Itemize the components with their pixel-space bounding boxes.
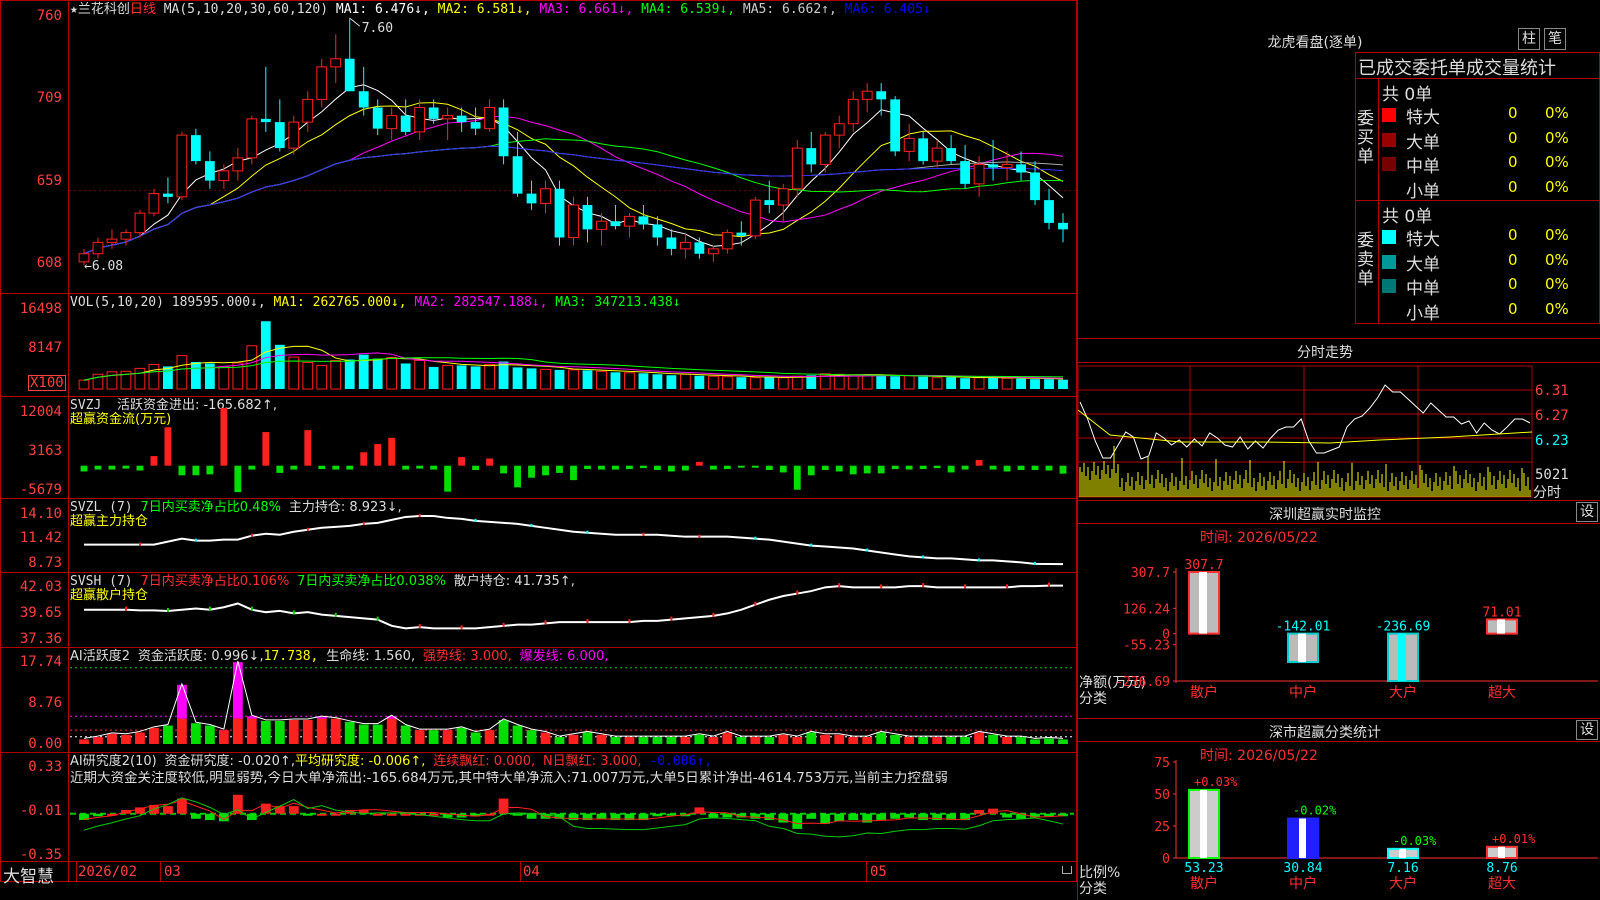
classify-category: 中户 [1289, 875, 1317, 892]
classify-y-tick: 0 [1162, 852, 1170, 867]
classify-bar-shine [1299, 818, 1306, 858]
classify-change-label: -0.02% [1293, 804, 1337, 818]
classify-value-label: 53.23 [1184, 861, 1223, 876]
classify-category: 散户 [1190, 875, 1218, 892]
classify-value-label: 30.84 [1283, 861, 1322, 876]
classify-y-tick: 25 [1154, 820, 1170, 835]
classify-value-label: 8.76 [1486, 861, 1517, 876]
classify-bar-shine [1200, 789, 1207, 858]
classify-value-label: 7.16 [1387, 861, 1418, 876]
classify-bar-shine [1399, 848, 1406, 858]
classify-change-label: +0.01% [1492, 832, 1536, 846]
classify-y-tick: 75 [1154, 756, 1170, 771]
classify-change-label: -0.03% [1393, 834, 1437, 848]
classify-bar-shine [1498, 846, 1505, 858]
classify-chart[interactable]: 75 50 25 0 +0.03% 53.23散户 -0.02% 30.84中户 -0.03% 7… [0, 0, 1600, 900]
classify-bar [1387, 847, 1419, 860]
classify-bar [1188, 788, 1220, 859]
classify-change-label: +0.03% [1194, 775, 1238, 789]
classify-category: 超大 [1488, 876, 1516, 892]
classify-category: 大户 [1389, 875, 1417, 892]
classify-bar [1486, 845, 1518, 859]
classify-y-tick: 50 [1154, 788, 1170, 803]
classify-bar [1287, 817, 1319, 859]
